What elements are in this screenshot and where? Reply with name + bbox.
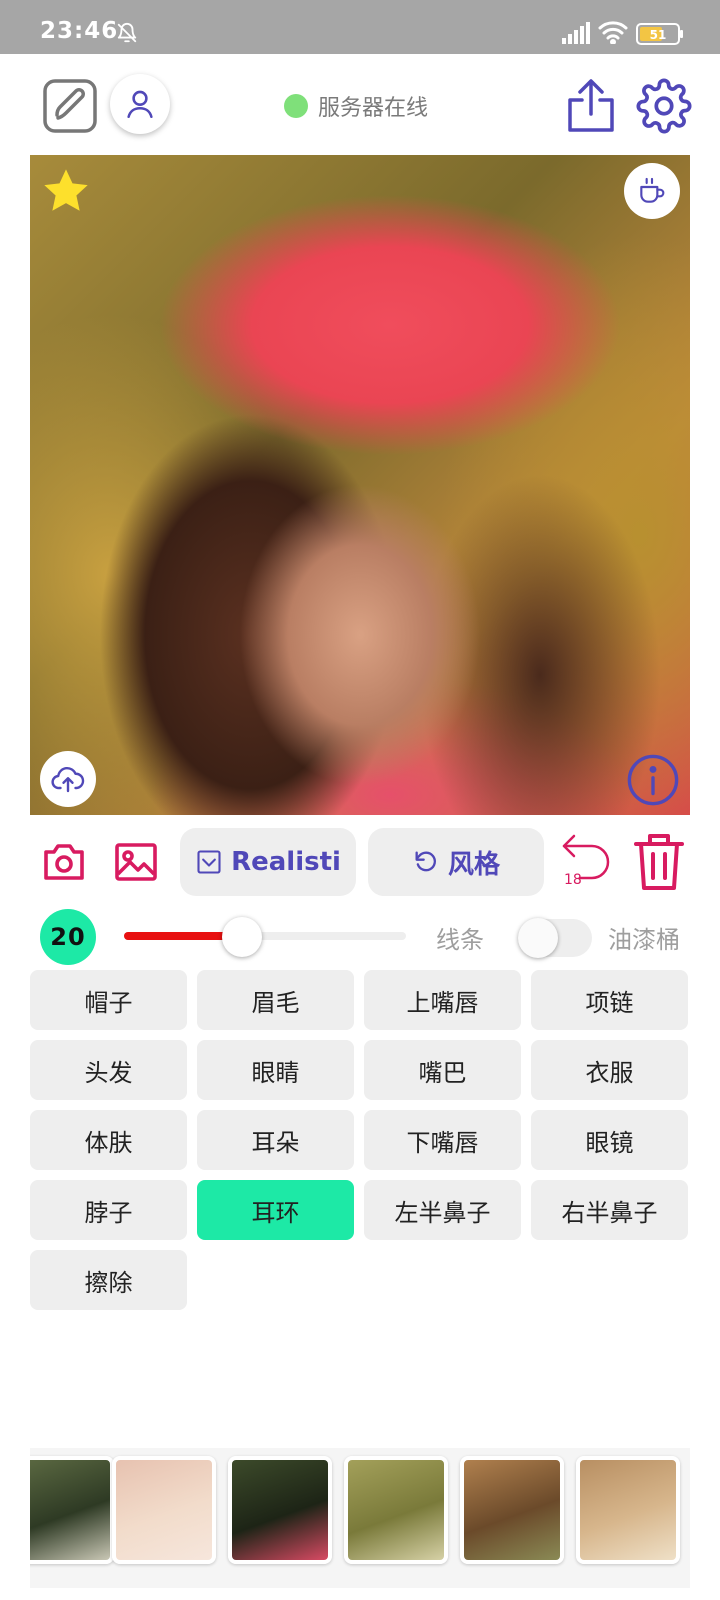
part-button[interactable]: 眼镜 (531, 1110, 688, 1170)
part-button[interactable]: 体肤 (30, 1110, 187, 1170)
part-button[interactable]: 帽子 (30, 970, 187, 1030)
style-button[interactable]: 风格 (368, 828, 544, 896)
signal-icon (562, 22, 590, 44)
bucket-label: 油漆桶 (608, 926, 680, 954)
style-thumbnail[interactable] (460, 1456, 564, 1564)
part-button[interactable]: 嘴巴 (364, 1040, 521, 1100)
part-button[interactable]: 衣服 (531, 1040, 688, 1100)
tools-row: Realisti 风格 18 (0, 818, 720, 908)
star-icon[interactable] (40, 165, 92, 217)
checkbox-icon (195, 848, 223, 876)
status-bar: 23:46 51 (0, 0, 720, 54)
toggle-knob (518, 918, 558, 958)
style-thumbnail[interactable] (112, 1456, 216, 1564)
style-label: 风格 (447, 849, 500, 880)
part-button[interactable]: 右半鼻子 (531, 1180, 688, 1240)
user-button[interactable] (110, 74, 170, 134)
gear-icon (636, 78, 692, 134)
bell-off-icon (117, 23, 137, 43)
style-thumbnail[interactable] (30, 1456, 114, 1564)
upload-button[interactable] (40, 751, 96, 807)
share-button[interactable] (566, 78, 616, 134)
server-status-label: 服务器在线 (318, 96, 429, 121)
part-button[interactable]: 项链 (531, 970, 688, 1030)
user-icon (127, 90, 153, 119)
mode-label: Realisti (231, 847, 341, 877)
server-status: 服务器在线 (284, 90, 428, 122)
coffee-icon (640, 177, 665, 203)
part-button[interactable]: 耳朵 (197, 1110, 354, 1170)
part-button[interactable]: 眼睛 (197, 1040, 354, 1100)
status-time: 23:46 (40, 18, 119, 44)
delete-button[interactable] (632, 832, 686, 892)
style-thumbnail[interactable] (228, 1456, 332, 1564)
info-icon[interactable] (626, 753, 680, 807)
cloud-upload-icon (51, 767, 85, 793)
image-icon[interactable] (112, 838, 160, 886)
slider-thumb[interactable] (222, 917, 263, 957)
battery-icon: 51 (636, 23, 683, 45)
style-thumbnail[interactable] (576, 1456, 680, 1564)
part-button[interactable]: 擦除 (30, 1250, 187, 1310)
share-icon (568, 79, 614, 132)
part-selector-grid: 帽子 眉毛 上嘴唇 项链头发 眼睛 嘴巴 衣服体肤 耳朵 下嘴唇 眼镜脖子 耳环 左半鼻子 右半鼻子擦除 (30, 970, 690, 1310)
camera-icon[interactable] (40, 838, 88, 886)
status-dot (284, 94, 308, 118)
style-thumbnail[interactable] (344, 1456, 448, 1564)
part-button[interactable]: 左半鼻子 (364, 1180, 521, 1240)
wifi-icon (598, 21, 628, 44)
brush-size-slider[interactable] (124, 932, 406, 940)
part-button[interactable]: 脖子 (30, 1180, 187, 1240)
brush-size-badge: 20 (40, 909, 96, 965)
settings-button[interactable] (636, 78, 692, 134)
donate-button[interactable] (624, 163, 680, 219)
undo-button[interactable]: 18 (560, 832, 614, 892)
part-button[interactable]: 眉毛 (197, 970, 354, 1030)
part-button[interactable]: 头发 (30, 1040, 187, 1100)
bucket-toggle[interactable] (518, 918, 592, 958)
undo-count: 18 (564, 872, 582, 888)
part-button[interactable]: 下嘴唇 (364, 1110, 521, 1170)
part-button[interactable]: 上嘴唇 (364, 970, 521, 1030)
edit-button[interactable] (42, 78, 98, 134)
trash-icon (634, 834, 684, 890)
photo-canvas[interactable] (30, 155, 690, 815)
part-button[interactable]: 耳环 (197, 1180, 354, 1240)
style-thumbnail-strip[interactable] (30, 1448, 690, 1588)
mode-selector-button[interactable]: Realisti (180, 828, 356, 896)
battery-level: 51 (650, 28, 667, 42)
top-toolbar: 服务器在线 (0, 54, 720, 154)
line-mode-label: 线条 (436, 926, 484, 954)
edit-icon (43, 79, 97, 133)
rotate-icon (412, 848, 440, 876)
brush-controls: 20 线条 油漆桶 (0, 905, 720, 965)
